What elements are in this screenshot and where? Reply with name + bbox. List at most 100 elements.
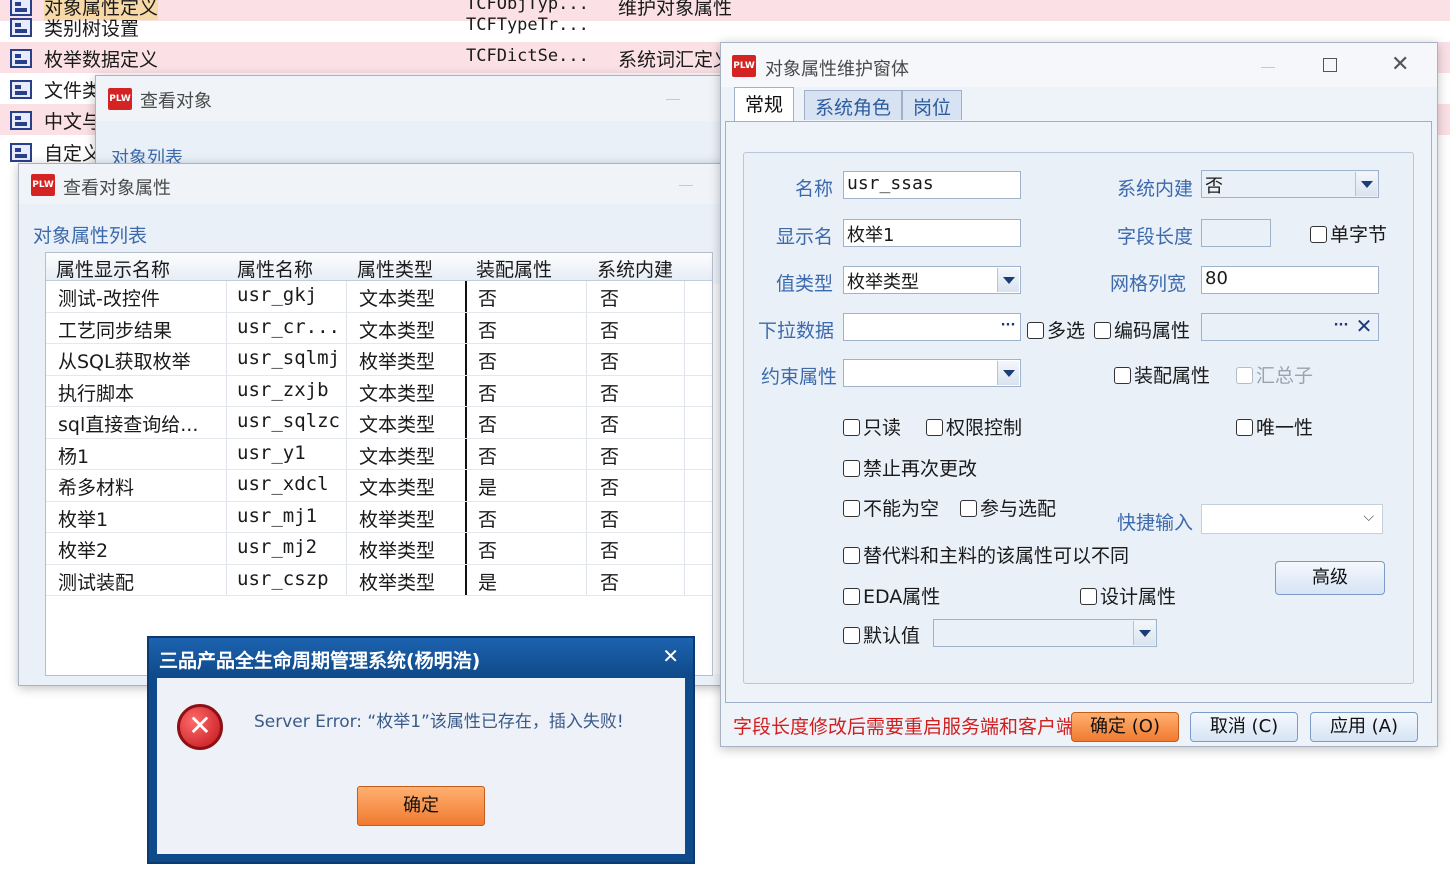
join-match-checkbox[interactable]: 参与选配 [960,494,1056,521]
tab-system-roles[interactable]: 系统角色 [804,90,903,120]
window-title: 查看对象属性 [63,178,171,199]
dialog-body: ✕ Server Error: “枚举1”该属性已存在，插入失败! 确定 [157,678,685,854]
table-row[interactable]: 执行脚本 usr_zxjb 文本类型 否 否 [46,376,712,407]
display-name-field[interactable]: 枚举1 [843,219,1021,247]
table-row[interactable]: 工艺同步结果 usr_cr... 文本类型 否 否 [46,313,712,344]
unique-checkbox[interactable]: 唯一性 [1236,413,1313,440]
close-icon[interactable]: ✕ [662,644,679,668]
column-header[interactable]: 装配属性 [476,255,552,282]
dialog-title-bar: 三品产品全生命周期管理系统(杨明浩) ✕ [149,638,693,676]
column-header[interactable]: 属性类型 [357,255,433,282]
table-row[interactable]: 希多材料 usr_xdcl 文本类型 是 否 [46,470,712,502]
table-cell: usr_y1 [237,441,306,464]
default-value-select[interactable] [933,619,1157,647]
eda-attr-checkbox[interactable]: EDA属性 [843,582,940,609]
field-length-field[interactable] [1201,219,1271,247]
tab-general[interactable]: 常规 [734,87,795,121]
table-cell: 否 [478,382,498,405]
table-cell: 希多材料 [58,477,135,499]
design-attr-checkbox[interactable]: 设计属性 [1080,582,1176,609]
encode-attr-field[interactable]: ··· ✕ [1201,313,1379,341]
list-item-desc: 系统词汇定义 [618,49,733,71]
chevron-down-icon[interactable]: ⌵ [1363,509,1374,525]
plw-logo-icon: PLW [31,174,55,196]
name-field[interactable]: usr_ssas [843,171,1021,199]
minimize-icon[interactable] [666,99,680,100]
dropdown-data-field[interactable]: ··· [843,313,1021,341]
clear-icon[interactable]: ✕ [1353,315,1375,339]
section-title: 对象属性列表 [33,225,148,247]
table-cell: 枚举类型 [359,351,436,373]
table-cell: usr_gkj [237,284,318,306]
ellipsis-icon[interactable]: ··· [997,315,1019,339]
table-cell: 否 [478,319,498,342]
chevron-down-icon[interactable] [1355,172,1377,196]
plw-logo-icon: PLW [732,55,756,77]
builtin-select[interactable]: 否 [1201,170,1379,198]
no-change-checkbox[interactable]: 禁止再次更改 [843,454,977,481]
minimize-icon[interactable] [679,185,693,186]
error-ok-button[interactable]: 确定 [357,786,485,826]
table-icon [10,80,32,99]
table-cell: 枚举类型 [359,540,436,562]
column-header[interactable]: 属性显示名称 [56,255,170,282]
table-row[interactable]: 测试装配 usr_cszp 枚举类型 是 否 [46,565,712,596]
window-title: 查看对象 [140,91,212,112]
table-cell: usr_cr... [237,315,340,338]
value-type-select[interactable]: 枚举类型 [843,266,1021,294]
list-item-name: 类别树设置 [44,18,140,40]
table-row[interactable]: 枚举2 usr_mj2 枚举类型 否 否 [46,533,712,565]
table-cell: 否 [478,288,498,310]
grid-width-field[interactable]: 80 [1201,266,1379,294]
column-header[interactable]: 系统内建 [597,255,673,282]
single-byte-checkbox[interactable]: 单字节 [1310,220,1387,247]
list-item-name: 枚举数据定义 [44,49,159,71]
table-cell: 工艺同步结果 [58,319,173,342]
table-cell: 否 [600,319,620,342]
table-row[interactable]: 测试-改控件 usr_gkj 文本类型 否 否 [46,281,712,313]
maximize-icon[interactable] [1323,58,1337,72]
default-value-checkbox[interactable]: 默认值 [843,621,920,648]
permission-checkbox[interactable]: 权限控制 [926,413,1022,440]
substitute-checkbox[interactable]: 替代料和主料的该属性可以不同 [843,541,1129,568]
constraint-label: 约束属性 [761,366,838,388]
table-icon [10,111,32,130]
assembly-attr-checkbox[interactable]: 装配属性 [1114,361,1210,388]
apply-button[interactable]: 应用 (A) [1310,712,1418,742]
table-cell: usr_cszp [237,567,329,590]
table-cell: 枚举2 [58,540,109,562]
table-cell: usr_xdcl [237,473,329,495]
quick-input-select[interactable]: ⌵ [1201,504,1383,534]
error-message: Server Error: “枚举1”该属性已存在，插入失败! [254,712,624,732]
chevron-down-icon[interactable] [997,361,1019,385]
close-icon[interactable]: ✕ [1391,52,1409,77]
table-cell: 执行脚本 [58,382,135,405]
ellipsis-icon[interactable]: ··· [1330,315,1352,339]
dialog-title: 三品产品全生命周期管理系统(杨明浩) [159,650,481,672]
minimize-icon[interactable] [1261,67,1275,68]
table-row[interactable]: 枚举1 usr_mj1 枚举类型 否 否 [46,502,712,533]
cancel-button[interactable]: 取消 (C) [1190,712,1298,742]
readonly-checkbox[interactable]: 只读 [843,413,901,440]
encode-attr-checkbox[interactable]: 编码属性 [1094,316,1190,343]
summary-child-checkbox[interactable]: 汇总子 [1236,361,1313,388]
list-item-name: 中文与 [44,111,102,133]
table-cell: 是 [478,477,498,499]
not-null-checkbox[interactable]: 不能为空 [843,494,939,521]
list-item-name: 自定义 [44,143,102,165]
advanced-button[interactable]: 高级 [1275,561,1385,595]
column-header[interactable]: 属性名称 [237,255,313,282]
multi-select-checkbox[interactable]: 多选 [1027,316,1085,343]
table-row[interactable]: 杨1 usr_y1 文本类型 否 否 [46,439,712,470]
table-cell: 测试-改控件 [58,288,160,310]
chevron-down-icon[interactable] [1133,621,1155,645]
table-row[interactable]: 从SQL获取枚举 usr_sqlmj 枚举类型 否 否 [46,344,712,376]
list-item[interactable]: 类别树设置 TCFTypeTr... [0,11,1450,42]
table-row[interactable]: sql直接查询给... usr_sqlzc 文本类型 否 否 [46,407,712,439]
chevron-down-icon[interactable] [997,268,1019,292]
dropdown-data-label: 下拉数据 [758,320,835,342]
constraint-select[interactable] [843,359,1021,387]
table-cell: 否 [600,414,620,436]
tab-positions[interactable]: 岗位 [902,90,963,120]
ok-button[interactable]: 确定 (O) [1071,712,1179,742]
